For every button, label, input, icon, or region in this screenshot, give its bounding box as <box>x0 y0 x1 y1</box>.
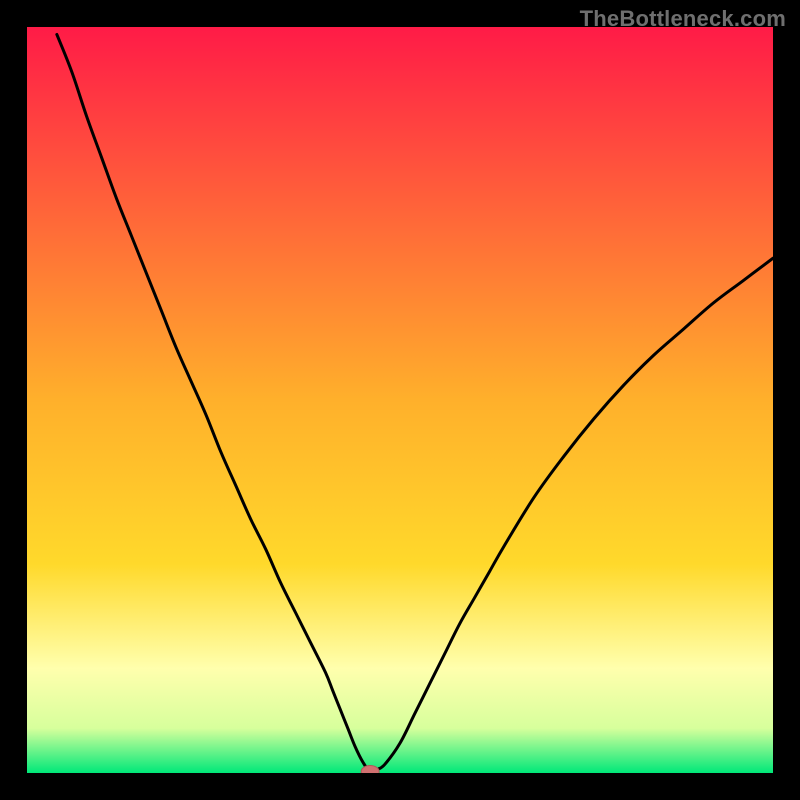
optimal-point-marker <box>361 766 379 773</box>
gradient-background <box>27 27 773 773</box>
watermark-text: TheBottleneck.com <box>580 6 786 32</box>
chart-frame: TheBottleneck.com <box>0 0 800 800</box>
plot-svg <box>27 27 773 773</box>
plot-area <box>27 27 773 773</box>
